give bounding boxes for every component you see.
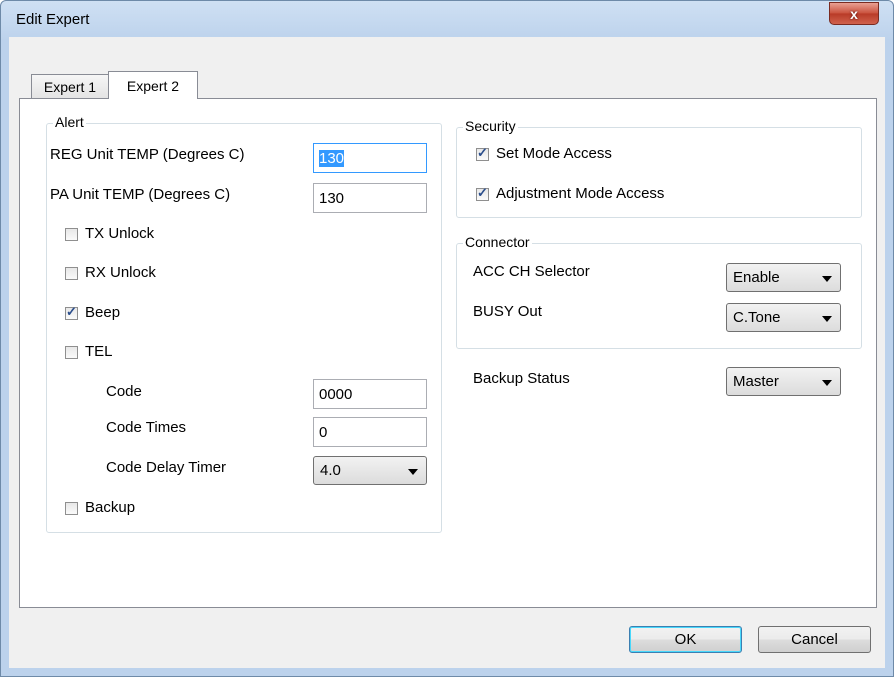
backup-status-select[interactable]: Master — [726, 367, 841, 396]
tab-label: Expert 1 — [43, 79, 97, 95]
alert-legend: Alert — [53, 114, 86, 130]
pa-temp-label: PA Unit TEMP (Degrees C) — [50, 186, 231, 203]
code-value: 0000 — [319, 386, 353, 403]
code-delay-label: Code Delay Timer — [106, 459, 227, 476]
cancel-button-label: Cancel — [791, 631, 838, 648]
acc-ch-selector-select[interactable]: Enable — [726, 263, 841, 292]
acc-ch-selector-value: Enable — [733, 269, 780, 286]
title-bar[interactable]: Edit Expert x — [1, 1, 893, 37]
backup-label: Backup — [85, 499, 136, 516]
busy-out-value: C.Tone — [733, 309, 781, 326]
rx-unlock-checkbox[interactable] — [65, 267, 78, 280]
adjustment-mode-access-label: Adjustment Mode Access — [496, 185, 665, 202]
tab-panel-expert-2: Alert REG Unit TEMP (Degrees C) 130 PA U… — [19, 98, 877, 608]
edit-expert-window: Edit Expert x Expert 1 Expert 2 Alert RE… — [0, 0, 894, 677]
close-button[interactable]: x — [829, 2, 879, 25]
window-title: Edit Expert — [16, 11, 90, 28]
close-icon: x — [850, 5, 858, 22]
set-mode-access-checkbox[interactable] — [476, 145, 489, 161]
code-times-value: 0 — [319, 424, 328, 441]
chevron-down-icon — [822, 276, 832, 282]
code-delay-select[interactable]: 4.0 — [313, 456, 427, 485]
busy-out-label: BUSY Out — [473, 303, 542, 320]
cancel-button[interactable]: Cancel — [758, 626, 871, 653]
security-legend: Security — [463, 118, 518, 134]
code-delay-value: 4.0 — [320, 462, 341, 479]
connector-group — [456, 243, 862, 349]
set-mode-access-label: Set Mode Access — [496, 145, 612, 162]
backup-status-label: Backup Status — [473, 370, 570, 387]
beep-label: Beep — [85, 304, 121, 321]
tx-unlock-checkbox[interactable] — [65, 228, 78, 241]
beep-checkbox[interactable] — [65, 304, 78, 320]
tab-expert-1[interactable]: Expert 1 — [31, 74, 109, 99]
tel-checkbox[interactable] — [65, 346, 78, 359]
code-label: Code — [106, 383, 142, 400]
ok-button[interactable]: OK — [629, 626, 742, 653]
pa-temp-input[interactable]: 130 — [313, 183, 427, 213]
connector-legend: Connector — [463, 234, 532, 250]
code-times-input[interactable]: 0 — [313, 417, 427, 447]
chevron-down-icon — [408, 469, 418, 475]
chevron-down-icon — [822, 316, 832, 322]
adjustment-mode-access-checkbox[interactable] — [476, 185, 489, 201]
reg-temp-value: 130 — [319, 150, 345, 167]
code-input[interactable]: 0000 — [313, 379, 427, 409]
code-times-label: Code Times — [106, 419, 187, 436]
rx-unlock-label: RX Unlock — [85, 264, 156, 281]
busy-out-select[interactable]: C.Tone — [726, 303, 841, 332]
ok-button-label: OK — [674, 631, 697, 648]
tab-label: Expert 2 — [126, 77, 180, 94]
reg-temp-input[interactable]: 130 — [313, 143, 427, 173]
chevron-down-icon — [822, 380, 832, 386]
reg-temp-label: REG Unit TEMP (Degrees C) — [50, 146, 245, 163]
backup-checkbox[interactable] — [65, 502, 78, 515]
acc-ch-selector-label: ACC CH Selector — [473, 263, 590, 280]
tx-unlock-label: TX Unlock — [85, 225, 155, 242]
backup-status-value: Master — [733, 373, 779, 390]
security-group — [456, 127, 862, 218]
tel-label: TEL — [85, 343, 113, 360]
pa-temp-value: 130 — [319, 190, 345, 207]
tab-expert-2[interactable]: Expert 2 — [108, 71, 198, 99]
